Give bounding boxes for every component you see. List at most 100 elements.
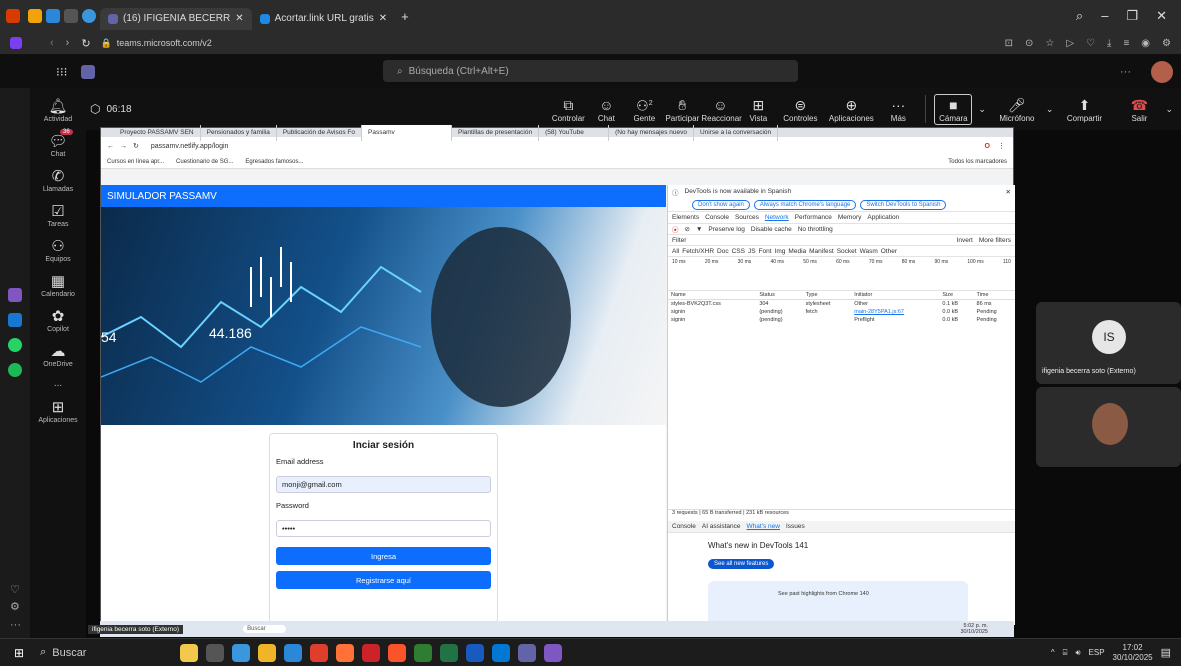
type-filter[interactable]: Media <box>788 248 806 255</box>
nav-llamadas[interactable]: ✆ Llamadas <box>30 168 86 193</box>
type-filter[interactable]: CSS <box>732 248 745 255</box>
chat-button[interactable]: ☺ Chat <box>587 96 625 123</box>
type-filter[interactable]: Socket <box>837 248 857 255</box>
switch-language-button[interactable]: Switch DevTools to Spanish <box>860 199 947 210</box>
workspace-icon[interactable] <box>28 9 42 23</box>
edge-profile-icon[interactable] <box>6 9 20 23</box>
widgets-icon[interactable] <box>180 643 199 662</box>
see-all-button[interactable]: See all new features <box>708 559 775 569</box>
more-button[interactable]: ··· Más <box>879 96 917 123</box>
teams-favicon-icon[interactable] <box>46 9 60 23</box>
back-icon[interactable]: ← <box>107 143 114 150</box>
drawer-tab[interactable]: Console <box>672 523 696 530</box>
chevron-down-icon[interactable]: ⌄ <box>1165 104 1173 115</box>
shared-tab[interactable]: Unirse a la conversación <box>694 124 779 141</box>
close-icon[interactable]: ✕ <box>379 13 387 24</box>
sidebar-app-icon[interactable] <box>8 288 22 302</box>
read-aloud-icon[interactable]: ⊙ <box>1025 38 1033 49</box>
taskview-icon[interactable] <box>206 643 225 662</box>
shared-tab[interactable]: Proyecto PASSAMV SEN <box>114 124 201 141</box>
tab-teams[interactable]: (16) IFIGENIA BECERR ✕ <box>100 7 252 30</box>
app-icon[interactable] <box>492 643 511 662</box>
sidebar-app-icon[interactable] <box>8 313 22 327</box>
filter-input[interactable]: Filter <box>672 237 686 244</box>
tab-acortar[interactable]: Acortar.link URL gratis ✕ <box>252 8 396 30</box>
search-icon[interactable]: ⌕ <box>1076 8 1083 24</box>
type-filter[interactable]: Font <box>759 248 772 255</box>
back-icon[interactable]: ‹ <box>50 37 54 49</box>
shared-tab[interactable]: Pensionados y familia <box>201 124 277 141</box>
col-header[interactable]: Type <box>803 291 852 300</box>
extensions-icon[interactable]: ⚙ <box>1162 38 1171 49</box>
devtools-tab[interactable]: Application <box>867 214 899 221</box>
cell[interactable]: main-28Y5PA1.js:67 <box>851 308 939 316</box>
register-button[interactable]: Registrarse aquí <box>276 571 491 589</box>
people-button[interactable]: ⚇2 Gente <box>625 95 663 123</box>
close-window-icon[interactable]: ✕ <box>1156 8 1167 24</box>
close-icon[interactable]: ✕ <box>235 13 243 24</box>
tab-search-icon[interactable]: ⌄ <box>105 129 110 136</box>
nav-copilot[interactable]: ✿ Copilot <box>30 308 86 333</box>
type-filter[interactable]: Wasm <box>860 248 878 255</box>
devtools-tab-network[interactable]: Network <box>765 214 789 221</box>
copilot-icon[interactable] <box>82 9 96 23</box>
col-header[interactable]: Status <box>756 291 802 300</box>
nav-actividad[interactable]: 🔔︎ Actividad <box>30 98 86 123</box>
throttle-select[interactable]: No throttling <box>798 226 833 233</box>
shared-tab[interactable]: (58) YouTube <box>539 124 610 141</box>
controls-button[interactable]: ⊜ Controles <box>777 96 823 123</box>
extension-icon[interactable]: O <box>985 143 990 150</box>
col-header[interactable]: Size <box>939 291 973 300</box>
type-filter[interactable]: Img <box>775 248 786 255</box>
participant-tile[interactable]: IS ifigenia becerra soto (Externo) <box>1036 302 1181 384</box>
url-text[interactable]: teams.microsoft.com/v2 <box>117 38 212 48</box>
col-header[interactable]: Time <box>974 291 1015 300</box>
all-bookmarks[interactable]: Todos los marcadores <box>948 159 1007 165</box>
nav-onedrive[interactable]: ☁ OneDrive <box>30 343 86 368</box>
bookmark[interactable]: Cuestionario de SG... <box>176 159 233 165</box>
volume-icon[interactable]: 🔊︎ <box>1075 648 1080 658</box>
password-field[interactable]: ••••• <box>276 520 491 537</box>
bookmark[interactable]: Cursos en línea apr... <box>107 159 164 165</box>
col-header[interactable]: Name <box>668 291 756 300</box>
type-filter[interactable]: Manifest <box>809 248 834 255</box>
sidebar-toggle-icon[interactable] <box>10 37 22 49</box>
chevron-down-icon[interactable]: ⌄ <box>1046 104 1054 115</box>
teams-icon[interactable] <box>518 643 537 662</box>
app-icon[interactable] <box>544 643 563 662</box>
forward-icon[interactable]: → <box>120 143 127 150</box>
nav-more[interactable]: ... <box>30 378 86 389</box>
more-icon[interactable]: ··· <box>1120 66 1131 78</box>
reload-icon[interactable]: ↻ <box>81 37 90 50</box>
explorer-icon[interactable] <box>258 643 277 662</box>
favorite-icon[interactable]: ☆ <box>1045 38 1054 49</box>
table-row[interactable]: styles-BVK2Q3T.css 304 stylesheet Other 0.1 … <box>668 300 1015 309</box>
heart-icon[interactable]: ♡ <box>1086 38 1095 49</box>
invert-checkbox[interactable]: Invert <box>957 237 973 244</box>
reload-icon[interactable]: ↻ <box>133 142 139 150</box>
more-filters[interactable]: More filters <box>979 237 1011 244</box>
mic-button[interactable]: 🎤︎ Micrófono <box>992 96 1042 123</box>
minimize-icon[interactable]: – <box>1101 8 1108 24</box>
nav-aplicaciones[interactable]: ⊞ Aplicaciones <box>30 399 86 424</box>
shared-tab[interactable]: Plantillas de presentación <box>452 124 540 141</box>
apps-grid-icon[interactable]: ⁝⁝⁝ <box>56 65 67 79</box>
restore-icon[interactable]: ❐ <box>1126 8 1138 24</box>
notifications-icon[interactable]: ▤ <box>1161 646 1171 659</box>
tray-chevron-icon[interactable]: ^ <box>1051 648 1055 657</box>
forward-icon[interactable]: › <box>66 37 70 49</box>
nav-equipos[interactable]: ⚇ Equipos <box>30 238 86 263</box>
taskbar-search[interactable]: Buscar <box>52 647 86 659</box>
start-icon[interactable]: ⊞ <box>14 646 24 660</box>
control-button[interactable]: ⧉ Controlar <box>549 96 587 123</box>
app-icon[interactable] <box>414 643 433 662</box>
raise-hand-button[interactable]: ✋︎ Participar <box>663 96 701 123</box>
type-filter[interactable]: Fetch/XHR <box>682 248 714 255</box>
react-button[interactable]: ☺ Reaccionar <box>701 96 741 123</box>
type-filter[interactable]: All <box>672 248 679 255</box>
excel-icon[interactable] <box>440 643 459 662</box>
language-indicator[interactable]: ESP <box>1089 648 1105 657</box>
type-filter[interactable]: JS <box>748 248 756 255</box>
col-header[interactable]: Initiator <box>851 291 939 300</box>
play-icon[interactable]: ▷ <box>1066 38 1074 49</box>
